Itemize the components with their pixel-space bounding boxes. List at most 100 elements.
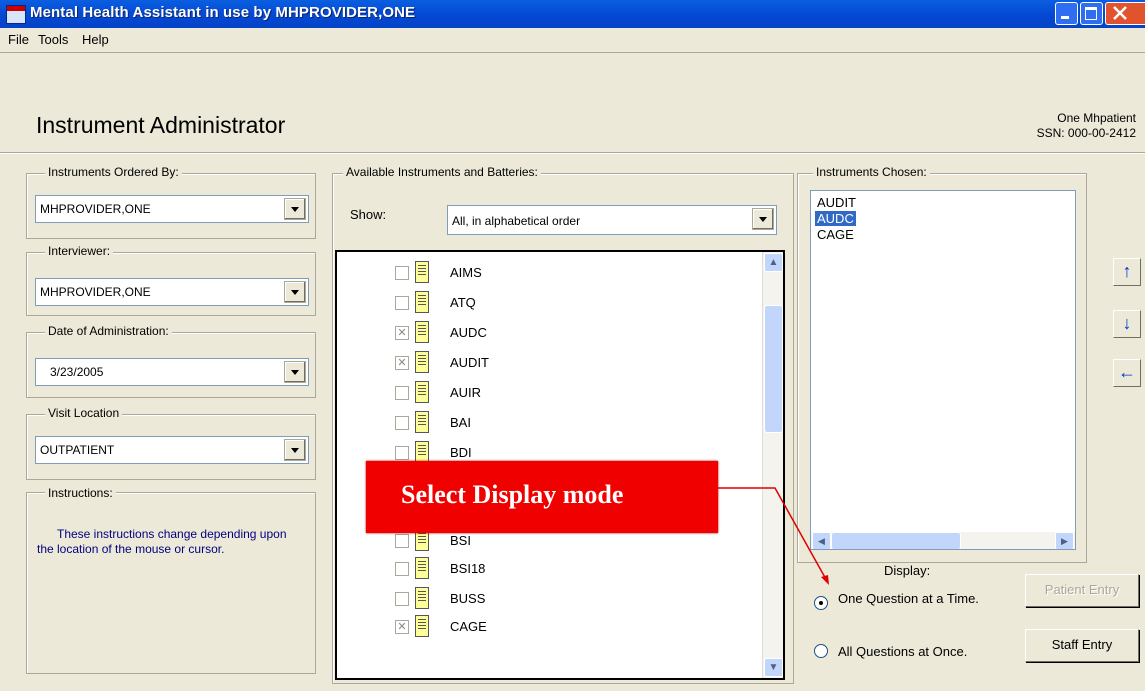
- move-down-icon[interactable]: ↓: [1113, 310, 1141, 338]
- show-label: Show:: [350, 207, 387, 222]
- list-item[interactable]: BUSS: [337, 586, 717, 614]
- checkbox[interactable]: [395, 386, 409, 400]
- list-item[interactable]: BSI18: [337, 556, 717, 584]
- instrument-icon: [415, 381, 429, 403]
- radio-one-question[interactable]: [814, 596, 828, 610]
- checkbox[interactable]: [395, 416, 409, 430]
- location-select[interactable]: OUTPATIENT: [35, 436, 309, 464]
- checkbox-checked[interactable]: ✕: [395, 620, 409, 634]
- date-label: Date of Administration:: [45, 324, 172, 338]
- instrument-icon: [415, 321, 429, 343]
- h-scroll-thumb[interactable]: [831, 532, 961, 549]
- patient-entry-button[interactable]: Patient Entry: [1025, 574, 1139, 607]
- checkbox[interactable]: [395, 592, 409, 606]
- instrument-icon: [415, 291, 429, 313]
- chevron-down-icon[interactable]: [752, 208, 774, 230]
- interviewer-value: MHPROVIDER,ONE: [40, 285, 151, 299]
- date-picker[interactable]: 3/23/2005: [35, 358, 309, 386]
- scroll-right-icon[interactable]: ▶: [1055, 532, 1074, 549]
- instrument-icon: [415, 587, 429, 609]
- chosen-label: Instruments Chosen:: [813, 165, 930, 179]
- menu-tools[interactable]: Tools: [38, 32, 68, 47]
- chevron-down-icon[interactable]: [284, 198, 306, 220]
- scroll-down-icon[interactable]: ▼: [764, 658, 783, 677]
- checkbox[interactable]: [395, 562, 409, 576]
- checkbox[interactable]: [395, 296, 409, 310]
- instrument-name: AIMS: [450, 265, 482, 280]
- callout-arrow: [717, 487, 829, 585]
- interviewer-select[interactable]: MHPROVIDER,ONE: [35, 278, 309, 306]
- show-value: All, in alphabetical order: [452, 214, 581, 228]
- ordered-by-label: Instruments Ordered By:: [45, 165, 182, 179]
- menu-help[interactable]: Help: [82, 32, 109, 47]
- scroll-thumb[interactable]: [764, 305, 783, 433]
- all-questions-label[interactable]: All Questions at Once.: [838, 644, 967, 659]
- maximize-icon[interactable]: [1080, 2, 1103, 25]
- instrument-icon: [415, 411, 429, 433]
- date-value: 3/23/2005: [50, 365, 104, 379]
- instrument-name: ATQ: [450, 295, 476, 310]
- location-value: OUTPATIENT: [40, 443, 115, 457]
- app-icon[interactable]: [6, 5, 26, 24]
- one-question-label[interactable]: One Question at a Time.: [838, 592, 988, 606]
- remove-left-icon[interactable]: ←: [1113, 359, 1141, 387]
- instructions-text: These instructions change depending upon…: [37, 527, 287, 556]
- checkbox-checked[interactable]: ✕: [395, 356, 409, 370]
- instructions-label: Instructions:: [45, 486, 116, 500]
- patient-ssn: SSN: 000-00-2412: [1036, 126, 1136, 140]
- callout-box: Select Display mode: [366, 461, 718, 533]
- scroll-up-icon[interactable]: ▲: [764, 253, 783, 272]
- instrument-icon: [415, 441, 429, 463]
- move-up-icon[interactable]: ↑: [1113, 258, 1141, 286]
- instrument-name: BUSS: [450, 591, 486, 606]
- instrument-name: AUDIT: [450, 355, 489, 370]
- list-item[interactable]: ✕ CAGE: [337, 614, 717, 642]
- instrument-name: CAGE: [450, 619, 487, 634]
- instrument-name: BSI18: [450, 561, 486, 576]
- list-item[interactable]: ✕ AUDC: [337, 320, 717, 348]
- close-icon[interactable]: [1105, 2, 1145, 25]
- show-select[interactable]: All, in alphabetical order: [447, 205, 777, 235]
- radio-all-questions[interactable]: [814, 644, 828, 658]
- instrument-icon: [415, 261, 429, 283]
- menu-divider: [0, 52, 1145, 53]
- available-scrollbar[interactable]: ▲ ▼: [762, 252, 783, 678]
- patient-name: One Mhpatient: [1057, 111, 1136, 125]
- chosen-hscrollbar[interactable]: ◀ ▶: [811, 532, 1075, 549]
- list-item[interactable]: AIMS: [337, 260, 717, 288]
- instrument-name: BSI: [450, 533, 471, 548]
- instrument-name: BAI: [450, 415, 471, 430]
- list-item[interactable]: ATQ: [337, 290, 717, 318]
- instrument-icon: [415, 557, 429, 579]
- display-label: Display:: [884, 563, 931, 578]
- chevron-down-icon[interactable]: [284, 439, 306, 461]
- menu-file[interactable]: File: [8, 32, 29, 47]
- staff-entry-button[interactable]: Staff Entry: [1025, 629, 1139, 662]
- checkbox[interactable]: [395, 534, 409, 548]
- chosen-item[interactable]: AUDC: [815, 211, 856, 226]
- list-item[interactable]: BAI: [337, 410, 717, 438]
- list-item[interactable]: AUIR: [337, 380, 717, 408]
- instrument-name: BDI: [450, 445, 472, 460]
- window-title: Mental Health Assistant in use by MHPROV…: [30, 4, 416, 21]
- interviewer-label: Interviewer:: [45, 244, 114, 258]
- instructions-group: [26, 492, 316, 674]
- page-title: Instrument Administrator: [36, 112, 286, 138]
- checkbox[interactable]: [395, 446, 409, 460]
- header-divider: [0, 152, 1145, 154]
- checkbox[interactable]: [395, 266, 409, 280]
- ordered-by-value: MHPROVIDER,ONE: [40, 202, 151, 216]
- chevron-down-icon[interactable]: [284, 281, 306, 303]
- list-item[interactable]: ✕ AUDIT: [337, 350, 717, 378]
- instrument-icon: [415, 615, 429, 637]
- location-label: Visit Location: [45, 406, 123, 420]
- chosen-item[interactable]: CAGE: [815, 227, 856, 242]
- chosen-item[interactable]: AUDIT: [815, 195, 858, 210]
- instrument-icon: [415, 351, 429, 373]
- menu-bar: [0, 28, 1145, 52]
- chosen-list[interactable]: AUDIT AUDC CAGE ◀ ▶: [810, 190, 1076, 550]
- ordered-by-select[interactable]: MHPROVIDER,ONE: [35, 195, 309, 223]
- chevron-down-icon[interactable]: [284, 361, 306, 383]
- minimize-icon[interactable]: [1055, 2, 1078, 25]
- checkbox-checked[interactable]: ✕: [395, 326, 409, 340]
